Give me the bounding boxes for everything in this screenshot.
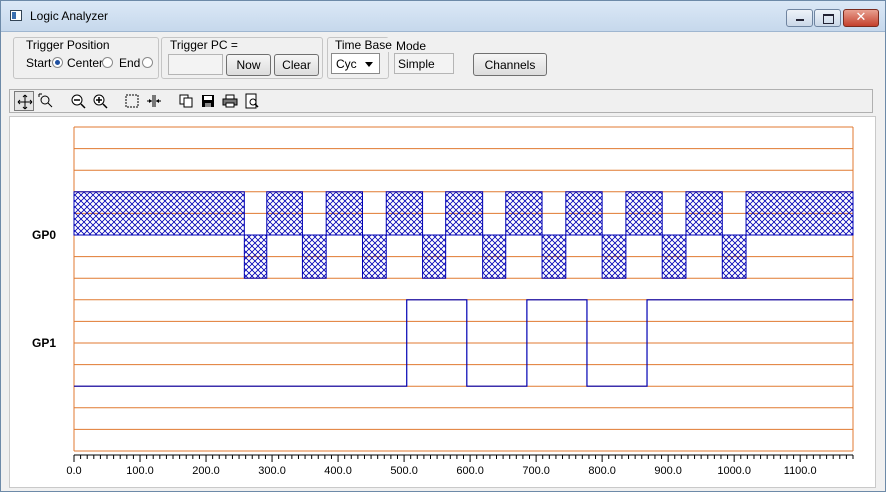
bus-segment [505, 191, 543, 236]
bus-segment [301, 234, 327, 279]
x-tick-label: 900.0 [654, 465, 682, 477]
x-tick-label: 500.0 [390, 465, 418, 477]
x-tick-label: 0.0 [66, 465, 81, 477]
bus-segment [601, 234, 627, 279]
bus-segment [266, 191, 303, 236]
x-tick-label: 600.0 [456, 465, 484, 477]
bus-segment [385, 191, 424, 236]
bus-segment [541, 234, 567, 279]
waveform-chart[interactable]: GP0 GP1 0.0 100.0 200.0 300.0 400.0 500.0 600.0… [0, 0, 886, 492]
bus-segment [445, 191, 484, 236]
bus-segment [661, 234, 687, 279]
x-tick-label: 800.0 [588, 465, 616, 477]
bus-segment [745, 191, 854, 236]
x-tick-label: 200.0 [192, 465, 220, 477]
x-tick-label: 1100.0 [784, 465, 817, 477]
bus-segment [422, 234, 447, 279]
channel-label-gp1: GP1 [32, 336, 56, 350]
bus-segment [482, 234, 507, 279]
x-tick-label: 400.0 [324, 465, 352, 477]
x-tick-label: 1000.0 [717, 465, 751, 477]
x-tick-label: 700.0 [522, 465, 550, 477]
bus-segment [565, 191, 603, 236]
channel-label-gp0: GP0 [32, 228, 56, 242]
bus-segment [243, 234, 268, 279]
x-tick-label: 300.0 [258, 465, 286, 477]
bus-segment [625, 191, 663, 236]
bus-segment [361, 234, 387, 279]
x-tick-label: 100.0 [126, 465, 154, 477]
bus-segment [73, 191, 245, 236]
bus-segment [721, 234, 747, 279]
bus-segment [325, 191, 363, 236]
bus-segment [685, 191, 723, 236]
